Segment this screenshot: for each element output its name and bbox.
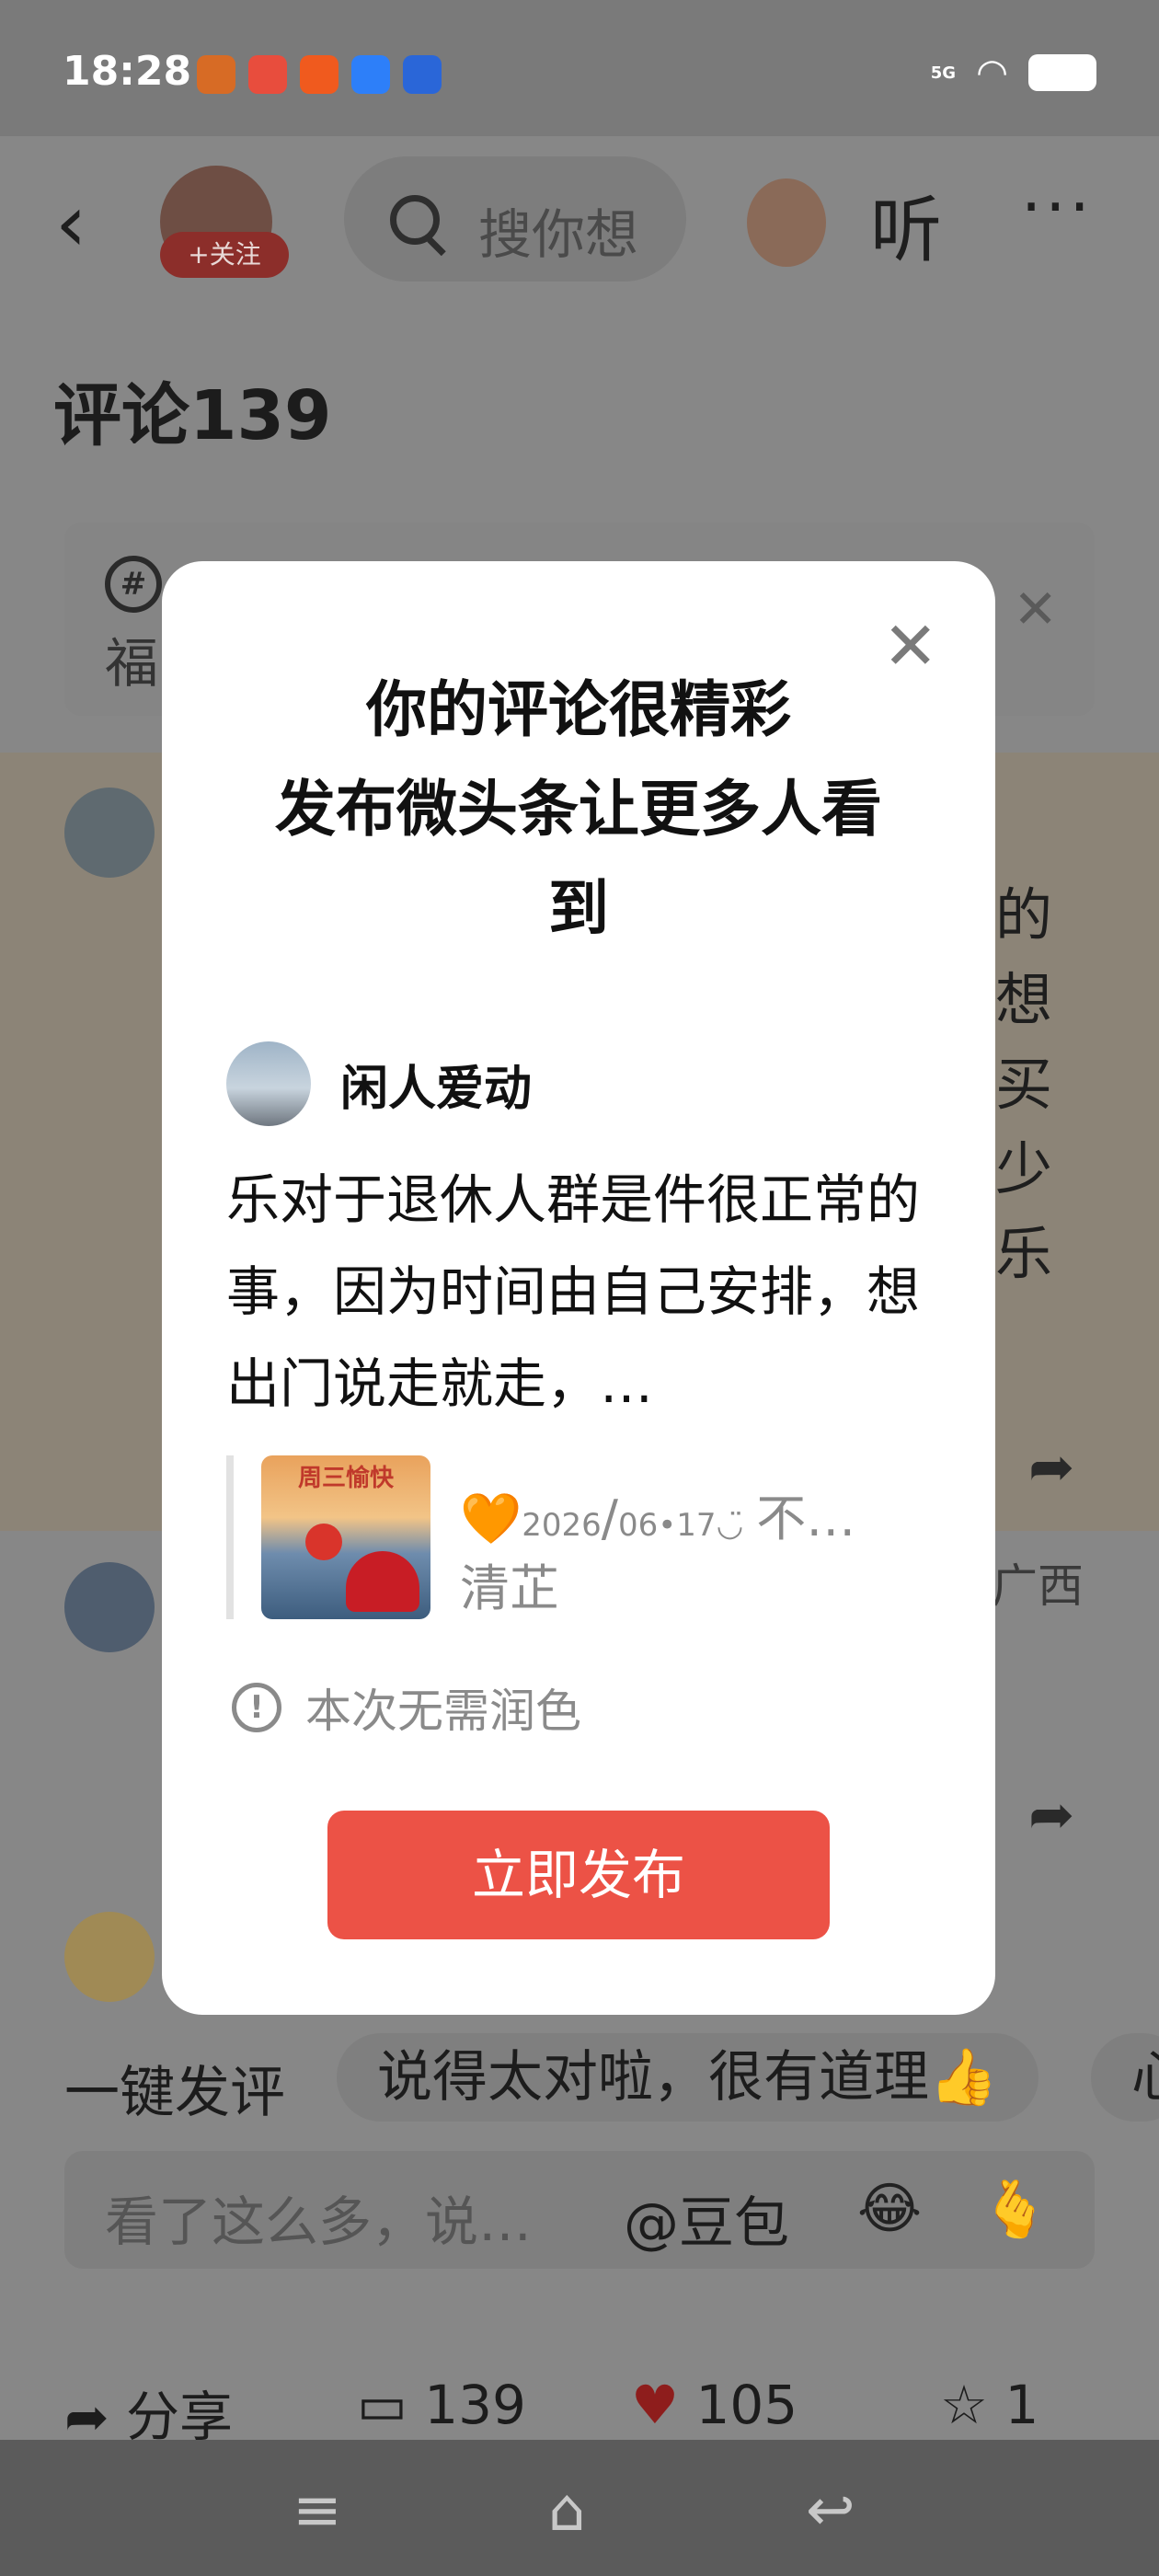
- quoted-post-text: 🧡 2026 / 06•17 ◡̈ 不…: [460, 1478, 855, 1550]
- battery-icon: [1028, 54, 1096, 91]
- heart-icon: ♥: [631, 2374, 679, 2436]
- commenter-avatar[interactable]: [64, 1562, 155, 1652]
- menu-icon[interactable]: ≡: [293, 2477, 342, 2545]
- comment-input-placeholder: 看了这么多，说…: [105, 2191, 533, 2253]
- heart-graphic: [346, 1551, 419, 1612]
- comment-author: 闲人爱动: [226, 1041, 532, 1126]
- more-options-icon[interactable]: ···: [1021, 169, 1094, 245]
- assistant-avatar-icon[interactable]: [747, 178, 826, 267]
- dialog-title: 你的评论很精彩 发布微头条让更多人看 到: [235, 661, 922, 959]
- info-icon: !: [232, 1683, 281, 1732]
- comment-input[interactable]: 看了这么多，说… @豆包 😂 🫰: [64, 2151, 1095, 2269]
- share-label: 分享: [126, 2386, 234, 2448]
- commenter-avatar[interactable]: [64, 1912, 155, 2002]
- listen-button[interactable]: 听: [870, 173, 942, 276]
- comment-body: 乐对于退休人群是件很正常的事，因为时间由自己安排，想出门说走就走，…: [226, 1168, 921, 1415]
- quote-date: 06•17: [617, 1507, 717, 1544]
- search-placeholder: 搜你想: [478, 203, 639, 266]
- toutiao-app-icon: [248, 55, 287, 94]
- quick-reply-chip[interactable]: 心: [1091, 2033, 1159, 2122]
- quote-tail: 不…: [756, 1489, 856, 1547]
- signal-icon: 5G: [930, 63, 957, 83]
- comment-action[interactable]: ▭ 139: [357, 2374, 526, 2436]
- kuaishou-app-icon: [300, 55, 339, 94]
- heart-hand-emoji-button[interactable]: 🫰: [981, 2177, 1050, 2242]
- home-icon[interactable]: ⌂: [548, 2477, 586, 2545]
- publish-prompt-dialog: ✕ 你的评论很精彩 发布微头条让更多人看 到 闲人爱动 乐对于退休人群是件很正常…: [162, 561, 995, 2015]
- system-nav-bar: ≡ ⌂ ↩: [0, 2440, 1159, 2576]
- game-app-icon: [197, 55, 235, 94]
- share-icon[interactable]: ➦: [1028, 1435, 1074, 1500]
- comment-text-fragment: 买: [995, 1051, 1053, 1118]
- like-count: 105: [695, 2374, 798, 2436]
- wifi-icon: ◠: [976, 52, 1008, 94]
- quoted-post: 周三愉快 🧡 2026 / 06•17 ◡̈ 不… 清芷: [226, 1455, 931, 1619]
- comments-title: 评论139: [53, 376, 332, 455]
- search-bar[interactable]: 搜你想: [344, 156, 686, 282]
- comment-text-fragment: 想: [995, 966, 1053, 1033]
- dialog-title-line: 发布微头条让更多人看: [275, 774, 882, 845]
- search-icon: [390, 195, 440, 245]
- thumbnail-title: 周三愉快: [297, 1465, 394, 1492]
- favorite-count: 1: [1004, 2374, 1039, 2436]
- polish-hint-text: 本次无需润色: [305, 1685, 581, 1738]
- follow-button[interactable]: +关注: [160, 232, 289, 278]
- quoted-post-author: 清芷: [460, 1559, 559, 1617]
- quick-reply-label: 一键发评: [64, 2061, 285, 2125]
- share-icon[interactable]: ➦: [1028, 1783, 1074, 1847]
- share-icon: ➦: [64, 2386, 109, 2448]
- comment-text-fragment: 少: [995, 1135, 1053, 1202]
- like-action[interactable]: ♥ 105: [631, 2374, 798, 2436]
- region-label: 广西: [992, 1559, 1084, 1613]
- laugh-emoji-button[interactable]: 😂: [857, 2177, 922, 2241]
- favorite-action[interactable]: ☆ 1: [940, 2374, 1039, 2436]
- quick-reply-chip[interactable]: 说得太对啦，很有道理👍: [337, 2033, 1039, 2122]
- rose-graphic: [305, 1524, 342, 1560]
- avatar: [226, 1041, 311, 1126]
- back-arrow-icon[interactable]: ‹: [55, 184, 86, 263]
- commenter-avatar[interactable]: [64, 788, 155, 878]
- author-name: 闲人爱动: [340, 1061, 533, 1117]
- orange-heart-icon: 🧡: [460, 1489, 522, 1547]
- dialog-title-line: 到: [548, 873, 609, 944]
- comment-text-fragment: 乐: [995, 1220, 1053, 1287]
- status-indicators: 5G ◠: [931, 52, 1096, 94]
- back-icon[interactable]: ↩: [806, 2477, 855, 2545]
- comment-text-fragment: 的: [995, 881, 1053, 949]
- quoted-post-thumbnail: 周三愉快: [261, 1455, 430, 1619]
- comment-icon: ▭: [357, 2374, 407, 2436]
- comment-count: 139: [424, 2374, 526, 2436]
- status-bar: 18:28 5G ◠: [0, 0, 1159, 136]
- alipay-app-icon: [351, 55, 390, 94]
- status-app-icons: [197, 55, 442, 94]
- top-nav-bar: ‹ +关注 搜你想 听 ···: [0, 136, 1159, 302]
- status-time: 18:28: [63, 48, 192, 95]
- baidu-app-icon: [403, 55, 442, 94]
- hashtag-icon: #: [105, 556, 162, 613]
- quote-year: 2026: [522, 1507, 602, 1544]
- dialog-title-line: 你的评论很精彩: [366, 674, 791, 745]
- star-icon: ☆: [940, 2374, 988, 2436]
- topic-text: 福: [105, 632, 159, 695]
- polish-hint: ! 本次无需润色: [232, 1674, 581, 1741]
- publish-button[interactable]: 立即发布: [327, 1811, 830, 1939]
- mention-doubao-button[interactable]: @豆包: [624, 2179, 789, 2259]
- close-icon[interactable]: ✕: [1013, 578, 1058, 640]
